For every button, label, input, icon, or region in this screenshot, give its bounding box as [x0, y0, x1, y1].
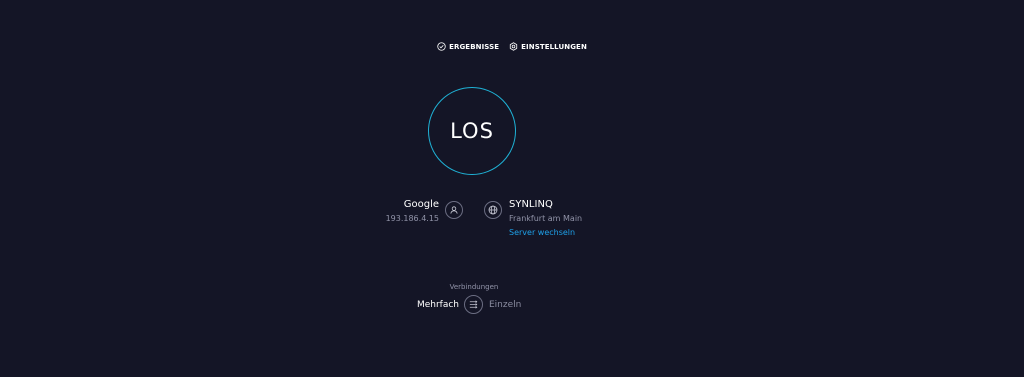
connections-selector: Mehrfach Einzeln — [0, 295, 1024, 315]
isp-name: Google — [403, 199, 439, 210]
single-connection-option[interactable]: Einzeln — [489, 300, 521, 310]
gear-icon — [509, 42, 518, 51]
isp-ip-address: 193.186.4.15 — [385, 214, 439, 223]
change-server-link[interactable]: Server wechseln — [509, 228, 582, 238]
globe-icon — [484, 201, 502, 219]
start-test-label: LOS — [450, 119, 494, 143]
server-name: SYNLINQ — [509, 199, 553, 210]
start-test-button[interactable]: LOS — [428, 87, 516, 175]
results-nav-label: ERGEBNISSE — [449, 42, 500, 51]
speedtest-page: ERGEBNISSE EINSTELLUNGEN LOS Google 193.… — [0, 0, 1024, 377]
multi-connection-option[interactable]: Mehrfach — [417, 300, 459, 310]
server-location: Frankfurt am Main — [509, 214, 583, 223]
top-navigation: ERGEBNISSE EINSTELLUNGEN — [0, 42, 1024, 51]
user-icon — [445, 201, 463, 219]
results-nav-item[interactable]: ERGEBNISSE — [437, 42, 499, 51]
isp-info: Google 193.186.4.15 — [386, 199, 439, 224]
server-info: SYNLINQ Frankfurt am Main Server wechsel… — [509, 199, 582, 238]
multi-arrows-icon — [468, 299, 479, 310]
check-circle-icon — [437, 42, 446, 51]
settings-nav-label: EINSTELLUNGEN — [521, 42, 587, 51]
connection-toggle[interactable] — [464, 295, 483, 314]
connections-title: Verbindungen — [449, 283, 499, 291]
settings-nav-item[interactable]: EINSTELLUNGEN — [509, 42, 587, 51]
